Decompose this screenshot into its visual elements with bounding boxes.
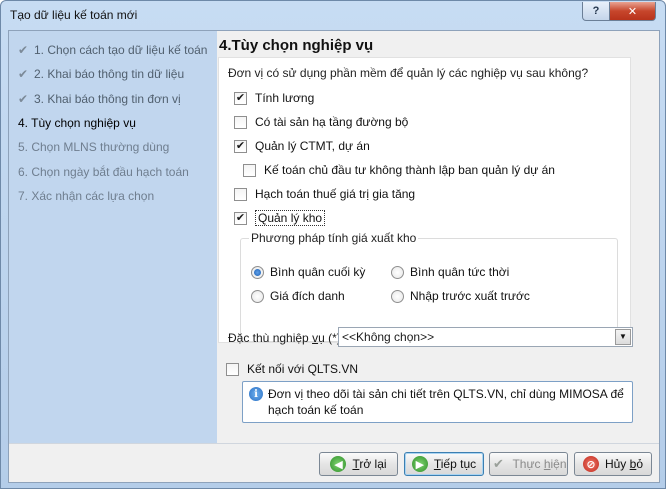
cancel-button-label: Hủy bỏ bbox=[605, 457, 643, 471]
info-icon: i bbox=[249, 387, 263, 401]
title-bar: Tạo dữ liệu kế toán mới ? ✕ bbox=[1, 1, 665, 29]
step-6: 6. Chọn ngày bắt đầu hạch toán bbox=[18, 163, 189, 181]
checkbox[interactable] bbox=[234, 115, 247, 129]
steps-sidebar: ✔ 1. Chọn cách tạo dữ liệu kế toán ✔ 2. Kh… bbox=[9, 31, 217, 443]
radio-average-end-period[interactable]: Bình quân cuối kỳ bbox=[251, 263, 365, 281]
checkmark-icon: ✔ bbox=[18, 92, 29, 106]
option-label: Hạch toán thuế giá trị gia tăng bbox=[255, 187, 416, 201]
radio-label: Bình quân cuối kỳ bbox=[270, 265, 366, 279]
option-vat[interactable]: Hạch toán thuế giá trị gia tăng bbox=[234, 185, 415, 203]
close-button[interactable]: ✕ bbox=[609, 2, 656, 21]
radio-label: Bình quân tức thời bbox=[410, 265, 510, 279]
industry-select[interactable]: <<Không chọn>> ▼ bbox=[338, 327, 633, 347]
step-label: 6. Chọn ngày bắt đầu hạch toán bbox=[18, 165, 189, 179]
checkbox[interactable]: ✔ bbox=[234, 211, 247, 225]
page-title: 4.Tùy chọn nghiệp vụ bbox=[219, 37, 374, 54]
industry-select-value: <<Không chọn>> bbox=[342, 330, 435, 344]
step-4: 4. Tùy chọn nghiệp vụ bbox=[18, 114, 136, 132]
cancel-label-pre: Hủy bbox=[604, 457, 630, 471]
group-title: Phương pháp tính giá xuất kho bbox=[249, 231, 419, 245]
arrow-left-icon: ◀ bbox=[330, 456, 347, 472]
back-button-label: Trở lại bbox=[352, 457, 386, 471]
step-label: 4. Tùy chọn nghiệp vụ bbox=[18, 116, 136, 130]
step-3: ✔ 3. Khai báo thông tin đơn vị bbox=[18, 90, 181, 108]
step-1: ✔ 1. Chọn cách tạo dữ liệu kế toán bbox=[18, 41, 207, 59]
radio-button[interactable] bbox=[391, 265, 404, 279]
radio-moving-average[interactable]: Bình quân tức thời bbox=[391, 263, 509, 281]
finish-button[interactable]: ✔ Thực hiện bbox=[489, 452, 568, 476]
arrow-right-icon: ▶ bbox=[411, 456, 428, 472]
question-text: Đơn vị có sử dụng phần mềm để quản lý cá… bbox=[228, 66, 589, 80]
back-button[interactable]: ◀ Trở lại bbox=[319, 452, 398, 476]
step-label: 5. Chọn MLNS thường dùng bbox=[18, 140, 170, 154]
radio-button[interactable] bbox=[251, 265, 264, 279]
option-label: Tính lương bbox=[255, 91, 315, 105]
checkbox[interactable] bbox=[226, 362, 239, 376]
next-button-label: Tiếp tục bbox=[434, 457, 476, 471]
option-ctmt-project[interactable]: ✔ Quản lý CTMT, dự án bbox=[234, 137, 370, 155]
option-qlts-connect[interactable]: Kết nối với QLTS.VN bbox=[226, 360, 358, 378]
footer-divider bbox=[9, 443, 659, 444]
finish-label-rest: iện bbox=[550, 457, 567, 471]
step-7: 7. Xác nhận các lựa chọn bbox=[18, 187, 154, 205]
step-label: 2. Khai báo thông tin dữ liệu bbox=[34, 67, 185, 81]
cancel-button[interactable]: ⊘ Hủy bỏ bbox=[574, 452, 652, 476]
checkbox[interactable] bbox=[243, 163, 256, 177]
option-label: Có tài sản hạ tầng đường bộ bbox=[255, 115, 409, 129]
radio-label: Nhập trước xuất trước bbox=[410, 289, 530, 303]
option-label: Kế toán chủ đầu tư không thành lập ban q… bbox=[264, 163, 555, 177]
finish-button-label: Thực hiện bbox=[512, 457, 566, 471]
radio-specific-identification[interactable]: Giá đích danh bbox=[251, 287, 345, 305]
finish-label-pre: Thực bbox=[512, 457, 544, 471]
wizard-client-area: ✔ 1. Chọn cách tạo dữ liệu kế toán ✔ 2. Kh… bbox=[8, 30, 660, 483]
step-2: ✔ 2. Khai báo thông tin dữ liệu bbox=[18, 65, 184, 83]
radio-label: Giá đích danh bbox=[270, 289, 345, 303]
step-label: 3. Khai báo thông tin đơn vị bbox=[34, 92, 181, 106]
qlts-info-box: i Đơn vị theo dõi tài sản chi tiết trên … bbox=[242, 381, 633, 423]
cancel-label-rest: ỏ bbox=[636, 457, 644, 471]
radio-fifo[interactable]: Nhập trước xuất trước bbox=[391, 287, 530, 305]
qlts-info-text: Đơn vị theo dõi tài sản chi tiết trên QL… bbox=[268, 387, 624, 417]
radio-button[interactable] bbox=[391, 289, 404, 303]
option-label: Kết nối với QLTS.VN bbox=[247, 362, 359, 376]
finish-hotkey: h bbox=[543, 457, 551, 471]
back-label-rest: rở lại bbox=[359, 457, 387, 471]
radio-button[interactable] bbox=[251, 289, 264, 303]
industry-label: Đặc thù nghiệp vụ (*) bbox=[228, 331, 341, 345]
next-label-rest: iếp tục bbox=[440, 457, 477, 471]
help-button[interactable]: ? bbox=[582, 2, 610, 21]
option-investor-accounting[interactable]: Kế toán chủ đầu tư không thành lập ban q… bbox=[243, 161, 555, 179]
chevron-down-icon[interactable]: ▼ bbox=[615, 329, 631, 345]
next-button[interactable]: ▶ Tiếp tục bbox=[404, 452, 484, 476]
checkmark-icon: ✔ bbox=[18, 67, 29, 81]
option-label: Quản lý CTMT, dự án bbox=[255, 139, 370, 153]
radio-dot bbox=[254, 268, 261, 276]
options-panel: Đơn vị có sử dụng phần mềm để quản lý cá… bbox=[218, 57, 631, 343]
checkbox[interactable]: ✔ bbox=[234, 91, 247, 105]
option-road-infrastructure[interactable]: Có tài sản hạ tầng đường bộ bbox=[234, 113, 408, 131]
no-entry-icon: ⊘ bbox=[582, 456, 599, 472]
option-inventory[interactable]: ✔ Quản lý kho bbox=[234, 209, 326, 227]
step-5: 5. Chọn MLNS thường dùng bbox=[18, 138, 169, 156]
industry-label-prefix: Đặc thù nghiệp bbox=[228, 331, 313, 345]
option-label: Quản lý kho bbox=[255, 210, 326, 226]
window-title: Tạo dữ liệu kế toán mới bbox=[10, 8, 138, 22]
checkmark-icon: ✔ bbox=[18, 43, 29, 57]
check-icon: ✔ bbox=[493, 456, 504, 471]
next-hotkey: T bbox=[433, 457, 441, 471]
checkbox[interactable]: ✔ bbox=[234, 139, 247, 153]
wizard-window: Tạo dữ liệu kế toán mới ? ✕ ✔ 1. Chọn các… bbox=[0, 0, 666, 489]
step-label: 1. Chọn cách tạo dữ liệu kế toán bbox=[34, 43, 208, 57]
step-label: 7. Xác nhận các lựa chọn bbox=[18, 189, 155, 203]
checkbox[interactable] bbox=[234, 187, 247, 201]
option-payroll[interactable]: ✔ Tính lương bbox=[234, 89, 314, 107]
